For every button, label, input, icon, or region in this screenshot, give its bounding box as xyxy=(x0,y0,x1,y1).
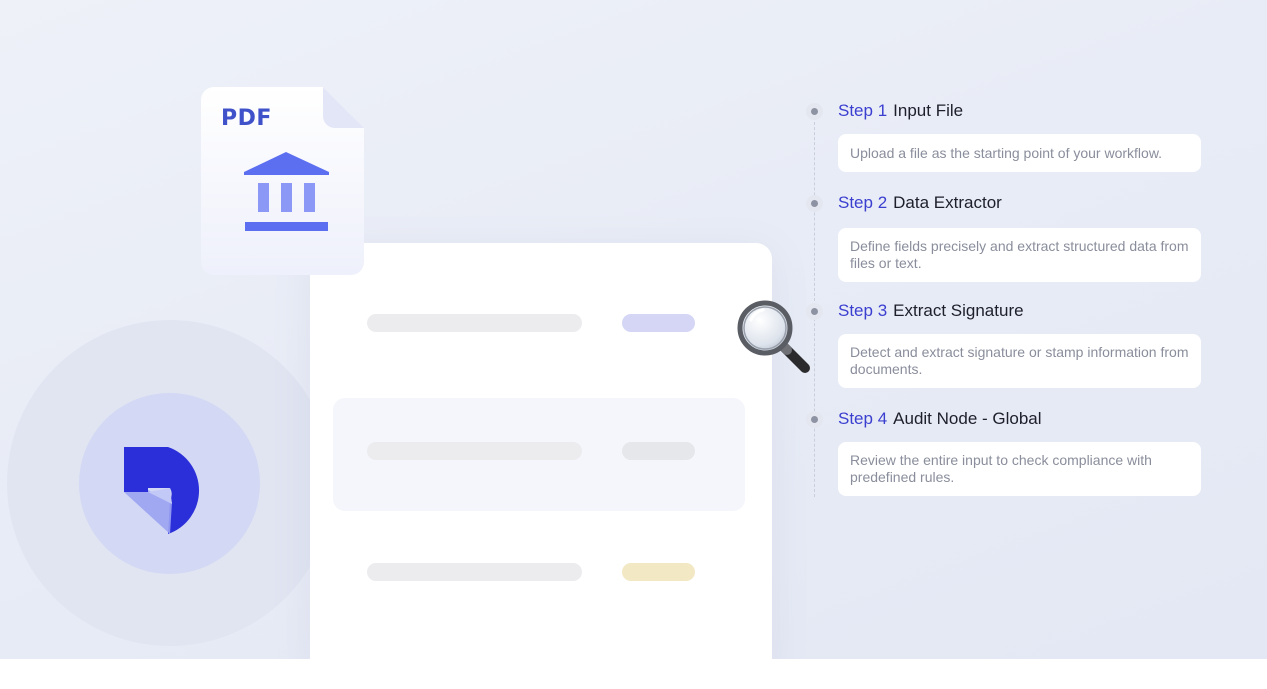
step-description: Review the entire input to check complia… xyxy=(838,442,1201,496)
bottom-strip xyxy=(0,659,1267,689)
placeholder-bar xyxy=(367,314,582,332)
step-dot xyxy=(806,411,823,428)
step-title: Step 2 Data Extractor xyxy=(838,193,1002,213)
step-title: Step 4 Audit Node - Global xyxy=(838,409,1042,429)
hero-canvas: PDF Step 1 Input File Upload a file as t… xyxy=(0,0,1267,659)
step-number: Step 3 xyxy=(838,301,888,320)
pdf-document: PDF xyxy=(200,86,365,276)
step-title: Step 3 Extract Signature xyxy=(838,301,1024,321)
magnifying-glass-icon xyxy=(737,300,810,373)
result-row-highlighted xyxy=(333,398,745,511)
step-name: Data Extractor xyxy=(893,193,1002,212)
result-row xyxy=(333,267,745,380)
step-dot xyxy=(806,103,823,120)
step-description: Upload a file as the starting point of y… xyxy=(838,134,1201,172)
pdf-type-label: PDF xyxy=(221,106,272,131)
placeholder-bar xyxy=(367,442,582,460)
step-number: Step 4 xyxy=(838,409,888,428)
step-number: Step 1 xyxy=(838,101,888,120)
status-pill xyxy=(622,442,695,460)
results-card xyxy=(310,243,772,659)
step-name: Input File xyxy=(893,101,964,120)
bank-building-icon xyxy=(244,152,329,231)
step-name: Audit Node - Global xyxy=(893,409,1042,428)
step-dot xyxy=(806,303,823,320)
step-description: Define fields precisely and extract stru… xyxy=(838,228,1201,282)
brand-logo-icon xyxy=(124,447,200,534)
result-row xyxy=(333,516,745,629)
step-name: Extract Signature xyxy=(893,301,1024,320)
step-title: Step 1 Input File xyxy=(838,101,963,121)
status-pill xyxy=(622,314,695,332)
placeholder-bar xyxy=(367,563,582,581)
step-description: Detect and extract signature or stamp in… xyxy=(838,334,1201,388)
step-dot xyxy=(806,195,823,212)
step-number: Step 2 xyxy=(838,193,888,212)
status-pill xyxy=(622,563,695,581)
